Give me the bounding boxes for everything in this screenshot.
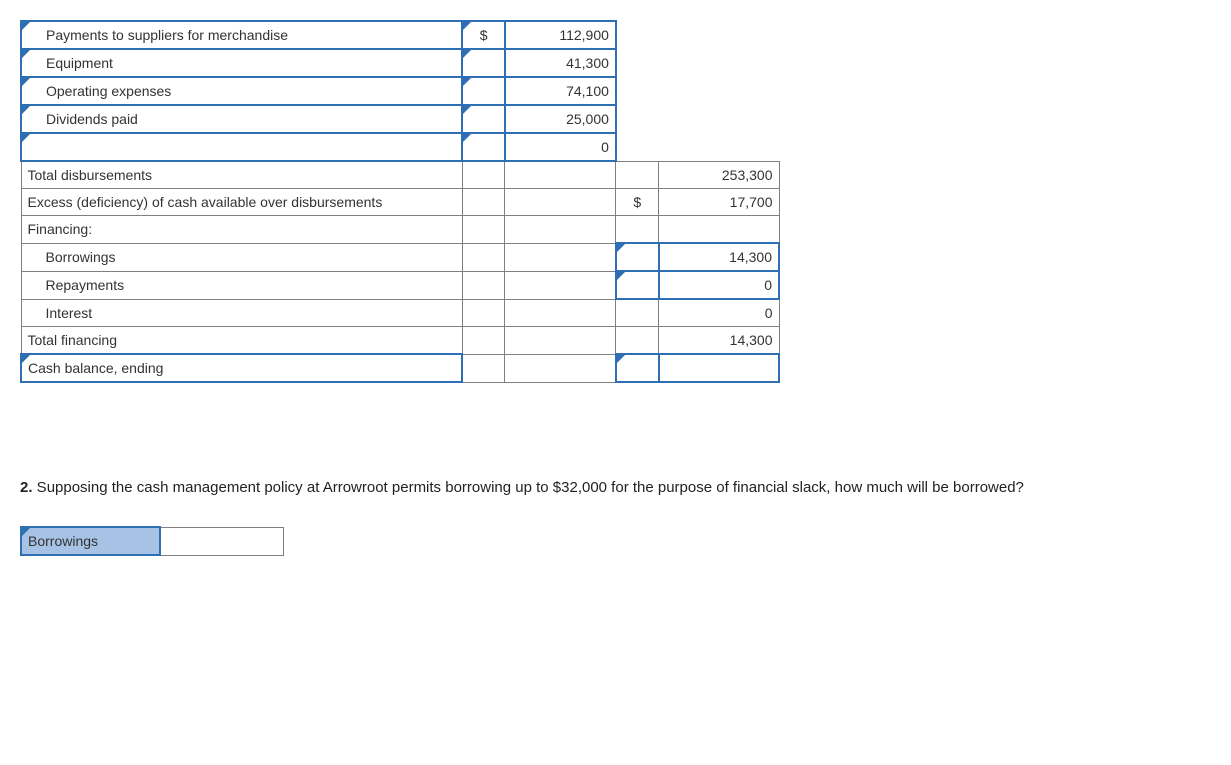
answer-borrowings-input[interactable] [160,527,284,555]
blank-cell [616,77,659,105]
row-total-fin-label: Total financing [21,327,462,355]
blank-cell [462,354,505,382]
question-2-text: 2. Supposing the cash management policy … [20,478,1200,498]
blank-cell[interactable] [462,133,505,161]
blank-cell [659,77,779,105]
budget-table: Payments to suppliers for merchandise $ … [20,20,780,383]
blank-cell[interactable] [616,354,659,382]
row-dividends-value[interactable]: 25,000 [505,105,616,133]
blank-cell [505,271,616,299]
answer-borrowings-label[interactable]: Borrowings [21,527,160,555]
question-number: 2. [20,479,33,496]
row-borrowings-value[interactable]: 14,300 [659,243,779,271]
blank-cell [505,243,616,271]
row-equipment-label[interactable]: Equipment [21,49,462,77]
blank-cell [505,161,616,189]
row-payments-symbol[interactable]: $ [462,21,505,49]
row-payments-label[interactable]: Payments to suppliers for merchandise [21,21,462,49]
row-blank-value[interactable]: 0 [505,133,616,161]
blank-cell [462,189,505,216]
blank-cell[interactable] [616,243,659,271]
blank-cell [462,299,505,327]
blank-cell [659,133,779,161]
blank-cell [505,299,616,327]
row-interest-label: Interest [21,299,462,327]
row-excess-label: Excess (deficiency) of cash available ov… [21,189,462,216]
blank-cell[interactable] [616,271,659,299]
blank-cell [616,21,659,49]
blank-cell [659,216,779,244]
row-ending-label[interactable]: Cash balance, ending [21,354,462,382]
blank-cell [505,189,616,216]
row-ending-value[interactable] [659,354,779,382]
blank-cell [659,49,779,77]
blank-cell [505,327,616,355]
question-body: Supposing the cash management policy at … [33,479,1024,496]
blank-cell[interactable] [462,77,505,105]
blank-cell [616,49,659,77]
row-excess-symbol: $ [616,189,659,216]
blank-cell[interactable] [462,49,505,77]
blank-cell [505,216,616,244]
row-total-fin-value: 14,300 [659,327,779,355]
row-opex-value[interactable]: 74,100 [505,77,616,105]
blank-cell [462,271,505,299]
row-total-disb-value: 253,300 [659,161,779,189]
blank-cell [616,133,659,161]
row-total-disb-label: Total disbursements [21,161,462,189]
row-excess-value: 17,700 [659,189,779,216]
blank-cell [616,327,659,355]
blank-cell [616,105,659,133]
blank-cell [616,299,659,327]
blank-cell [616,161,659,189]
blank-cell [659,105,779,133]
blank-cell [462,327,505,355]
blank-cell [659,21,779,49]
row-opex-label[interactable]: Operating expenses [21,77,462,105]
cash-budget-table: Payments to suppliers for merchandise $ … [20,20,780,383]
blank-cell[interactable] [462,105,505,133]
row-borrowings-label: Borrowings [21,243,462,271]
blank-cell [462,216,505,244]
row-equipment-value[interactable]: 41,300 [505,49,616,77]
blank-cell [616,216,659,244]
blank-cell [462,161,505,189]
row-interest-value: 0 [659,299,779,327]
blank-cell [505,354,616,382]
row-blank-label[interactable] [21,133,462,161]
row-financing-label: Financing: [21,216,462,244]
row-repayments-value[interactable]: 0 [659,271,779,299]
row-payments-value[interactable]: 112,900 [505,21,616,49]
row-dividends-label[interactable]: Dividends paid [21,105,462,133]
answer-section: Borrowings [20,526,1211,556]
blank-cell [462,243,505,271]
row-repayments-label: Repayments [21,271,462,299]
